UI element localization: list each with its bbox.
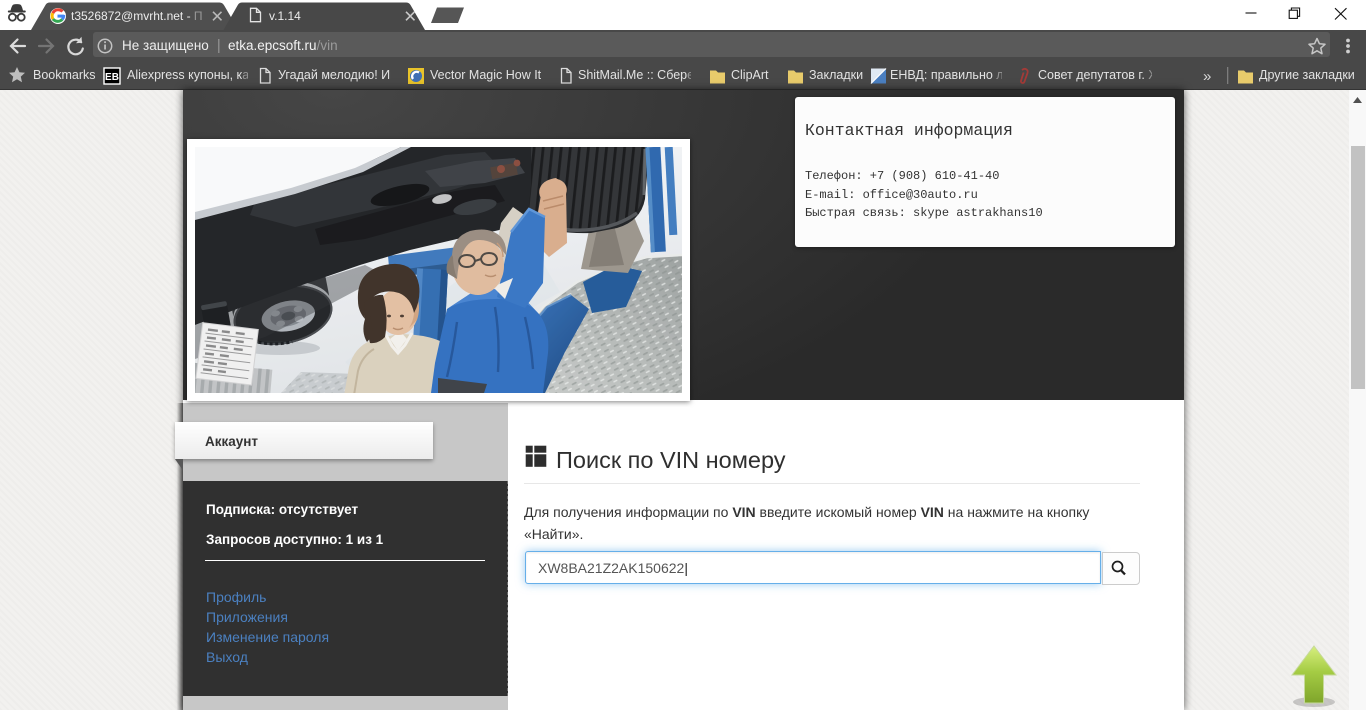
- svg-text:»: »: [1203, 68, 1211, 85]
- svg-text:EB: EB: [105, 72, 119, 83]
